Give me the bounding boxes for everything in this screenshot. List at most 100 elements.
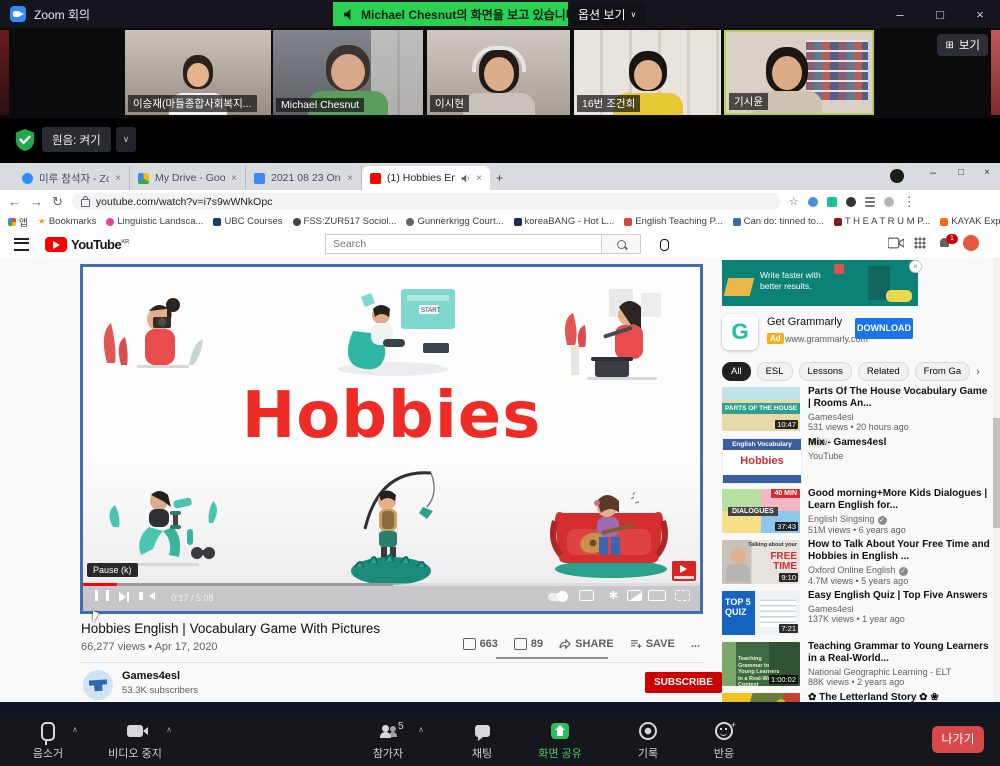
suggestion-item[interactable]: Teaching Grammar to Young Learners in a … [722, 641, 990, 691]
tab-online-class-doc[interactable]: 2021 08 23 Online Class - Goo... × [246, 166, 362, 190]
extension-icon-lines[interactable] [865, 197, 875, 207]
ad-title[interactable]: Get Grammarly [767, 316, 842, 328]
theater-mode-button[interactable] [648, 590, 666, 601]
reload-button[interactable]: ↻ [52, 194, 63, 210]
mute-button[interactable]: ∧ 음소거 [12, 719, 84, 761]
more-actions-button[interactable]: ... [691, 638, 700, 650]
participant-tile[interactable]: 16번 조건희 [574, 30, 721, 115]
participant-tile-partial-left[interactable] [0, 30, 9, 115]
chip-from-channel[interactable]: From Ga [915, 362, 970, 381]
settings-gear-icon[interactable]: ✱ [609, 589, 618, 602]
profile-avatar[interactable] [963, 235, 979, 251]
bookmark-item[interactable]: FSS:ZUR517 Sociol... [293, 216, 397, 227]
scrollbar-thumb[interactable] [993, 418, 1000, 528]
suggestion-item[interactable]: 40 MIN DIALOGUES 37:43 Good morning+More… [722, 488, 990, 538]
participants-button[interactable]: 5 ∧ 참가자 [352, 719, 424, 761]
tab-close-icon[interactable]: × [476, 173, 482, 184]
download-button[interactable]: DOWNLOAD [855, 318, 913, 339]
caret-up-icon[interactable]: ∧ [166, 725, 172, 734]
captions-button[interactable] [579, 590, 594, 601]
browser-menu-kebab-icon[interactable]: ⋮ [903, 194, 916, 210]
tab-google-drive[interactable]: My Drive - Google Drive × [130, 166, 246, 190]
share-button[interactable]: SHARE [559, 638, 614, 650]
bookmark-item[interactable]: UBC Courses [213, 216, 282, 227]
tab-hobbies-video-active[interactable]: (1) Hobbies English | Voca... × [362, 166, 490, 190]
participant-tile-active-speaker[interactable]: 기시윤 [724, 30, 874, 115]
bookmark-item[interactable]: English Teaching P... [624, 216, 722, 227]
hamburger-menu-icon[interactable] [14, 238, 29, 251]
participant-tile[interactable]: 이시현 [427, 30, 570, 115]
options-button[interactable]: 옵션 보기 ∨ [568, 2, 646, 26]
browser-minimize-button[interactable]: – [930, 167, 936, 179]
window-profile-avatar[interactable] [890, 169, 904, 183]
record-button[interactable]: 기록 [612, 719, 684, 761]
suggestion-item[interactable]: Talking about your FREE TIME 9:10 How to… [722, 539, 990, 589]
search-input[interactable] [326, 238, 601, 250]
browser-profile-avatar[interactable] [884, 197, 894, 207]
dislike-button[interactable]: 89 [514, 638, 543, 650]
miniplayer-button[interactable] [627, 590, 642, 601]
tab-audio-icon[interactable] [461, 174, 470, 183]
bookmark-item[interactable]: KAYAK Explore - s... [940, 216, 1000, 227]
stop-video-button[interactable]: ∧ 비디오 중지 [92, 719, 178, 761]
caret-up-icon[interactable]: ∧ [72, 725, 78, 734]
progress-bar[interactable] [83, 583, 700, 586]
participant-tile[interactable]: 이승재(마들종합사회복지... [125, 30, 271, 115]
suggestion-item[interactable]: PARTS OF THE HOUSE 10:47 Parts Of The Ho… [722, 386, 990, 436]
bookmark-item[interactable]: Gunnerkrigg Court... [406, 216, 503, 227]
caret-up-icon[interactable]: ∧ [418, 725, 424, 734]
grammarly-extension-icon[interactable] [827, 197, 837, 207]
youtube-logo[interactable] [45, 237, 67, 252]
original-sound-caret[interactable]: ∨ [116, 127, 136, 152]
tab-zoom-participants[interactable]: 미루 참석자 - Zoom × [14, 166, 130, 190]
bookmark-item[interactable]: Can do: tinned to... [733, 216, 824, 227]
extension-icon-blue[interactable] [808, 197, 818, 207]
fullscreen-button[interactable] [675, 590, 690, 601]
bookmark-item[interactable]: 앱 [8, 215, 28, 229]
bookmark-star-icon[interactable]: ☆ [789, 195, 799, 208]
search-button[interactable] [601, 235, 640, 253]
forward-button[interactable]: → [30, 194, 43, 209]
bookmark-item[interactable]: T H E A T R U M P... [834, 216, 930, 227]
tab-close-icon[interactable]: × [115, 173, 121, 184]
next-button[interactable] [119, 592, 126, 602]
url-input[interactable]: youtube.com/watch?v=i7s9wWNkOpc [72, 193, 780, 210]
autoplay-toggle[interactable] [548, 593, 568, 601]
chips-more-icon[interactable]: › [976, 366, 980, 378]
close-button[interactable]: × [960, 0, 1000, 28]
original-sound-button[interactable]: 원음: 켜기 [42, 127, 111, 152]
suggestion-item[interactable]: The Letterland Story 50:38 ✿ The Letterl… [722, 692, 990, 702]
ad-info-icon[interactable]: × [909, 260, 922, 273]
chip-lessons[interactable]: Lessons [799, 362, 852, 381]
suggestion-item[interactable]: English Vocabulary Hobbies Mix - Games4e… [722, 437, 990, 487]
chat-button[interactable]: 채팅 [446, 719, 518, 761]
voice-search-icon[interactable] [660, 239, 669, 251]
page-scrollbar[interactable] [993, 258, 1000, 702]
maximize-button[interactable]: □ [920, 0, 960, 28]
bookmark-item[interactable]: koreaBANG - Hot L... [514, 216, 615, 227]
chip-related[interactable]: Related [858, 362, 909, 381]
participant-tile-partial-right[interactable] [991, 30, 1000, 115]
create-video-icon[interactable] [888, 237, 904, 249]
bookmark-item[interactable]: Linguistic Landsca... [106, 216, 203, 227]
ad-banner[interactable]: Write faster withbetter results. [722, 260, 918, 306]
participant-tile[interactable]: Michael Chesnut [273, 30, 423, 115]
like-button[interactable]: 663 [463, 638, 498, 650]
browser-maximize-button[interactable]: □ [958, 167, 964, 178]
new-tab-button[interactable]: + [496, 171, 503, 185]
reactions-button[interactable]: + 반응 [688, 719, 760, 761]
save-button[interactable]: SAVE [630, 638, 675, 650]
suggestion-item[interactable]: TOP 5 QUIZ 7:21 Easy English Quiz | Top … [722, 590, 990, 640]
subscribe-button[interactable]: SUBSCRIBE [645, 672, 722, 693]
youtube-apps-grid-icon[interactable] [914, 237, 926, 249]
browser-close-button[interactable]: × [984, 167, 990, 178]
view-button[interactable]: ⊞ 보기 [937, 34, 988, 56]
volume-button[interactable] [149, 592, 155, 600]
minimize-button[interactable]: – [880, 0, 920, 28]
channel-watermark-subscribe[interactable] [672, 561, 696, 581]
tab-close-icon[interactable]: × [347, 173, 353, 184]
bookmark-item[interactable]: ★Bookmarks [38, 216, 97, 227]
chip-all[interactable]: All [722, 362, 751, 381]
back-button[interactable]: ← [8, 194, 21, 209]
video-player[interactable]: START Hobbies [80, 264, 703, 614]
